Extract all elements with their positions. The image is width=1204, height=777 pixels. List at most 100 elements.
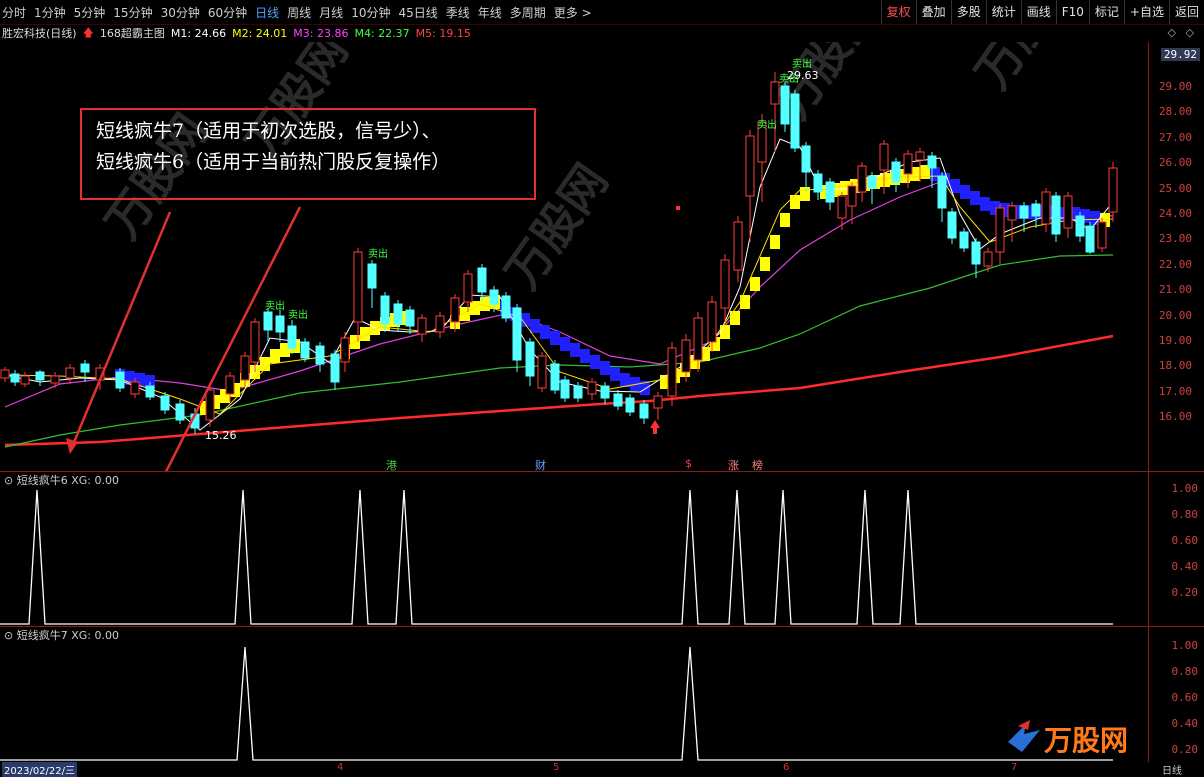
toolbar-button[interactable]: +自选 [1123,0,1169,24]
candle-body [733,221,743,271]
period-tab[interactable]: 分时 [2,4,26,21]
candle-body [367,263,377,289]
candle-body [927,155,937,169]
candle-body [1041,191,1051,225]
price-tick: 28.00 [1158,105,1192,119]
diamond-icon[interactable]: ◇ [1168,26,1176,39]
candle-body [405,309,415,327]
toolbar-button[interactable]: 画线 [1020,0,1056,24]
toolbar-button[interactable]: 统计 [985,0,1021,24]
candle-body [537,355,547,389]
ma-value: M4: 22.37 [354,26,410,40]
period-label: 日线 [1162,766,1182,777]
candle-body [573,385,583,399]
stock-name[interactable]: 胜宏科技(日线) [2,25,77,41]
watermark-text: 万股网 [965,42,1088,98]
toolbar-button[interactable]: 复权 [880,0,916,24]
price-tick: 27.00 [1158,130,1192,144]
xg7-chart[interactable] [0,642,1149,762]
toolbar-button[interactable]: 标记 [1088,0,1124,24]
period-tab[interactable]: 45日线 [398,4,437,21]
indicator-tick: 0.60 [1171,534,1199,547]
period-tab[interactable]: 30分钟 [161,4,200,21]
sell-label: 卖出 [779,72,799,85]
band-block [580,349,590,363]
candle-body [995,207,1005,253]
candle-body [380,295,390,325]
indicator-name[interactable]: 168超霸主图 [100,25,165,41]
month-label: 6 [783,762,790,773]
candle-body [937,175,947,209]
period-tab[interactable]: 1分钟 [34,4,66,21]
period-tab[interactable]: 更多 > [554,4,592,21]
date-axis: 2023/02/22/三 4 5 6 7 日线 [0,762,1204,777]
arrowhead-icon [66,438,78,454]
period-tab[interactable]: 季线 [446,4,470,21]
period-tab[interactable]: 年线 [478,4,502,21]
band-block [470,301,480,315]
candle-body [489,289,499,305]
period-tab[interactable]: 10分钟 [351,4,390,21]
ma-value: M1: 24.66 [170,26,227,40]
candle-body [263,311,273,331]
candle-body [512,307,522,361]
period-tab[interactable]: 60分钟 [208,4,247,21]
band-block [600,361,610,375]
indicator-tick: 1.00 [1171,639,1199,652]
toolbar-button[interactable]: 多股 [950,0,986,24]
candle-body [879,143,889,171]
indicator-tick: 1.00 [1171,482,1199,495]
price-tick: 18.00 [1158,359,1192,373]
panel7-label: 短线疯牛7 XG: 0.00 [16,629,119,642]
xg6-chart[interactable] [0,486,1149,626]
candle-body [1063,195,1073,229]
collapse-icon[interactable]: ◇ [1186,26,1194,39]
panel-divider [0,471,1204,472]
candle-body [1075,215,1085,237]
news-marker[interactable]: $ [685,457,692,470]
candle-body [857,165,867,193]
candle-body [639,403,649,419]
marker-dot [676,206,680,210]
period-tab[interactable]: 15分钟 [113,4,152,21]
month-label: 5 [553,762,560,773]
period-tab[interactable]: 5分钟 [74,4,106,21]
logo-text: 万股网 [1044,724,1128,757]
chevron-down-icon[interactable]: ⊙ [4,629,13,642]
pointer-arrow [70,211,172,448]
band-block [740,295,750,309]
indicator-tick: 0.60 [1171,691,1199,704]
signal-band [115,165,1110,415]
indicator-tick: 0.20 [1171,743,1199,756]
candlestick-chart[interactable]: 万股网万股网万股网万股网万股网 15.26 29.63 卖出 卖出 卖出 卖出 … [0,42,1149,472]
indicator-tick: 0.40 [1171,717,1199,730]
price-tick: 23.00 [1158,232,1192,246]
band-block [560,337,570,351]
candle-body [250,321,260,363]
candle-body [745,135,755,197]
period-tab[interactable]: 月线 [319,4,343,21]
band-block [960,185,970,199]
sell-label: 卖出 [757,118,777,131]
price-tick: 24.00 [1158,207,1192,220]
toolbar-button[interactable]: 返回 [1168,0,1204,24]
band-block [610,367,620,381]
period-tab[interactable]: 周线 [287,4,311,21]
candle-body [587,381,597,395]
sell-label: 卖出 [265,299,285,312]
toolbar-button[interactable]: 叠加 [915,0,951,24]
ma4-line [4,254,1114,448]
candle-body [0,369,10,379]
current-price: 29.92 [1160,48,1200,61]
sell-label: 卖出 [288,308,308,321]
candle-body [971,241,981,265]
band-block [620,373,630,387]
period-tab[interactable]: 日线 [255,4,279,21]
ma-value: M5: 19.15 [415,26,471,40]
ma-values: M1: 24.66 M2: 24.01 M3: 23.86 M4: 22.37 M5: … [171,27,477,40]
toolbar-button[interactable]: F10 [1055,0,1089,24]
period-tab[interactable]: 多周期 [510,4,546,21]
candle-body [891,161,901,183]
month-label: 7 [1011,762,1018,773]
band-block [780,213,790,227]
